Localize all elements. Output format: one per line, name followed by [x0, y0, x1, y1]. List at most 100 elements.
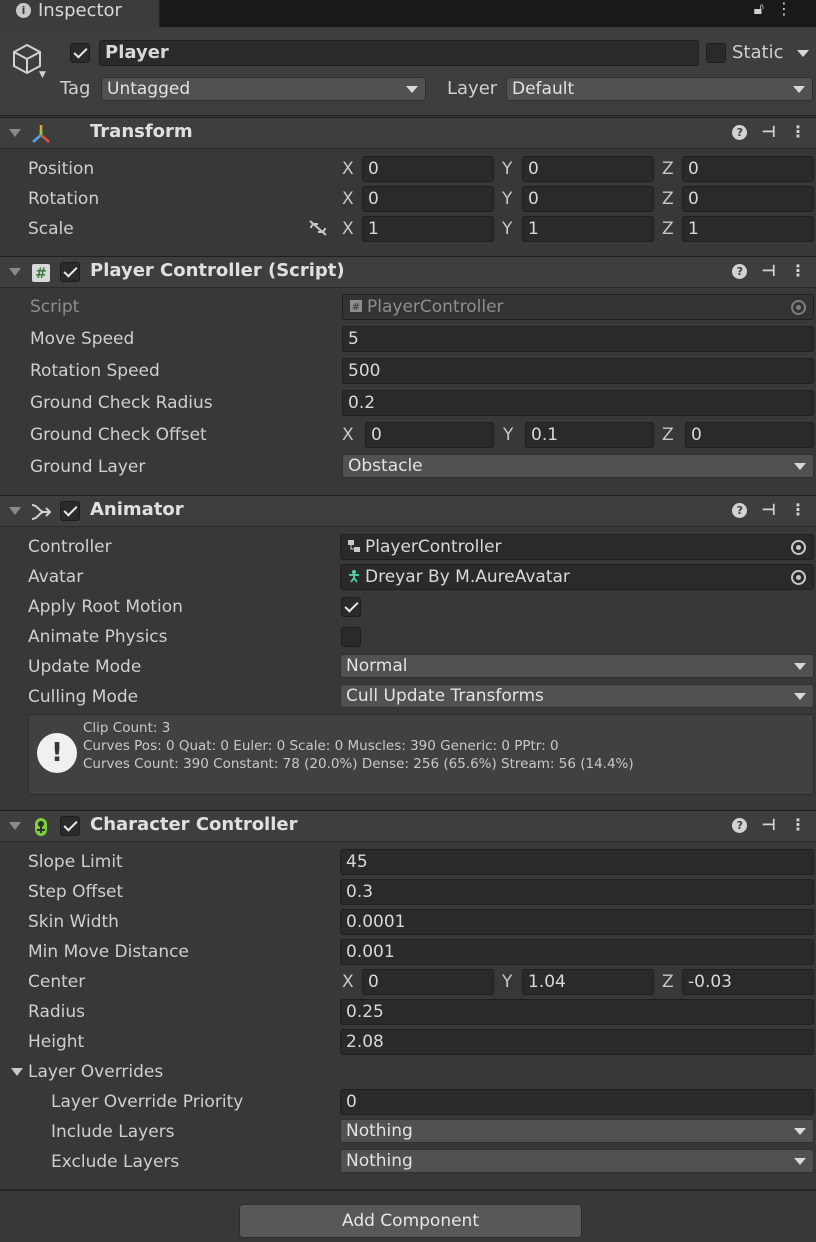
axis-y-label: Y [502, 972, 513, 992]
more-options-icon[interactable]: ⋮ [790, 261, 806, 280]
character-controller-header[interactable]: Character Controller ? ⊣ ⋮ [0, 810, 816, 842]
presets-icon[interactable]: ⊣ [761, 261, 776, 280]
foldout-arrow-icon[interactable] [9, 507, 21, 515]
exclude-layers-value: Nothing [346, 1151, 413, 1171]
ground-check-offset-z-field[interactable]: 0 [685, 422, 814, 448]
skin-width-field[interactable]: 0.0001 [340, 909, 814, 935]
controller-field[interactable]: PlayerController [340, 534, 814, 560]
foldout-arrow-icon[interactable] [9, 129, 21, 137]
rotation-y-field[interactable]: 0 [522, 186, 654, 212]
position-y-field[interactable]: 0 [522, 156, 654, 182]
rotation-z-field[interactable]: 0 [682, 186, 814, 212]
transform-header[interactable]: Transform ? ⊣ ⋮ [0, 117, 816, 149]
info-line: Curves Pos: 0 Quat: 0 Euler: 0 Scale: 0 … [83, 738, 559, 754]
apply-root-motion-checkbox[interactable] [341, 597, 361, 617]
animator-header[interactable]: Animator ? ⊣ ⋮ [0, 495, 816, 527]
presets-icon[interactable]: ⊣ [761, 500, 776, 519]
presets-icon[interactable]: ⊣ [761, 122, 776, 141]
more-options-icon[interactable]: ⋮ [790, 500, 806, 519]
player-controller-header[interactable]: # Player Controller (Script) ? ⊣ ⋮ [0, 256, 816, 288]
static-checkbox[interactable] [706, 43, 726, 63]
player-controller-title: Player Controller (Script) [90, 260, 345, 281]
gameobject-header: ▼ Player Static Tag Untagged Layer Defau… [0, 27, 816, 116]
chevron-down-icon [406, 86, 418, 93]
ground-check-offset-x-field[interactable]: 0 [365, 422, 494, 448]
include-layers-dropdown[interactable]: Nothing [340, 1119, 814, 1143]
culling-mode-dropdown[interactable]: Cull Update Transforms [340, 684, 814, 708]
enable-checkbox[interactable] [60, 501, 80, 521]
animator-icon [31, 504, 52, 520]
position-x-field[interactable]: 0 [362, 156, 494, 182]
center-y-field[interactable]: 1.04 [522, 969, 654, 995]
tab-inspector[interactable]: i Inspector [0, 0, 160, 27]
slope-limit-field[interactable]: 45 [340, 849, 814, 875]
center-z-field[interactable]: -0.03 [682, 969, 814, 995]
help-icon[interactable]: ? [732, 503, 748, 518]
update-mode-dropdown[interactable]: Normal [340, 654, 814, 678]
ground-check-radius-label: Ground Check Radius [30, 393, 213, 413]
avatar-icon [349, 570, 359, 583]
chevron-down-icon [794, 1158, 806, 1165]
scale-x-field[interactable]: 1 [362, 216, 494, 242]
foldout-arrow-icon[interactable] [9, 822, 21, 830]
axis-z-label: Z [662, 189, 674, 209]
object-picker-icon[interactable] [791, 540, 806, 555]
move-speed-field[interactable]: 5 [342, 326, 814, 352]
ground-check-radius-field[interactable]: 0.2 [342, 390, 814, 416]
position-z-field[interactable]: 0 [682, 156, 814, 182]
scale-y-field[interactable]: 1 [522, 216, 654, 242]
exclude-layers-dropdown[interactable]: Nothing [340, 1149, 814, 1173]
layer-value: Default [512, 79, 575, 99]
chevron-down-icon [794, 463, 806, 470]
active-checkbox[interactable] [70, 43, 90, 63]
avatar-value: Dreyar By M.AureAvatar [365, 567, 570, 587]
step-offset-field[interactable]: 0.3 [340, 879, 814, 905]
ground-layer-dropdown[interactable]: Obstacle [342, 454, 814, 478]
enable-checkbox[interactable] [60, 262, 80, 282]
radius-field[interactable]: 0.25 [340, 999, 814, 1025]
help-icon[interactable]: ? [732, 264, 748, 279]
icon-dropdown-arrow[interactable]: ▼ [39, 70, 46, 80]
presets-icon[interactable]: ⊣ [761, 815, 776, 834]
chevron-down-icon [794, 1128, 806, 1135]
foldout-arrow-icon[interactable] [9, 268, 21, 276]
axis-y-label: Y [502, 219, 513, 239]
layer-overrides-foldout-icon[interactable] [11, 1068, 23, 1076]
apply-root-motion-label: Apply Root Motion [28, 597, 183, 617]
animate-physics-checkbox[interactable] [341, 627, 361, 647]
layer-dropdown[interactable]: Default [506, 77, 813, 101]
help-icon[interactable]: ? [732, 125, 748, 140]
unlink-scale-icon[interactable] [308, 219, 328, 237]
tag-label: Tag [60, 78, 91, 99]
lock-icon[interactable]: 🔓︎ [754, 0, 776, 18]
rotation-x-field[interactable]: 0 [362, 186, 494, 212]
object-picker-icon[interactable] [791, 570, 806, 585]
ground-check-offset-y-field[interactable]: 0.1 [525, 422, 654, 448]
avatar-field[interactable]: Dreyar By M.AureAvatar [340, 564, 814, 590]
tag-dropdown[interactable]: Untagged [101, 77, 426, 101]
scale-label: Scale [28, 219, 74, 239]
static-dropdown-icon[interactable] [797, 50, 809, 57]
center-x-field[interactable]: 0 [362, 969, 494, 995]
more-options-icon[interactable]: ⋮ [790, 815, 806, 834]
static-label: Static [732, 42, 784, 63]
rotation-label: Rotation [28, 189, 100, 209]
rotation-speed-field[interactable]: 500 [342, 358, 814, 384]
help-icon[interactable]: ? [732, 818, 748, 833]
scale-z-field[interactable]: 1 [682, 216, 814, 242]
min-move-distance-field[interactable]: 0.001 [340, 939, 814, 965]
enable-checkbox[interactable] [60, 816, 80, 836]
chevron-down-icon [794, 663, 806, 670]
component-header-icons: ? ⊣ ⋮ [718, 122, 806, 146]
layer-override-priority-field[interactable]: 0 [340, 1089, 814, 1115]
layer-overrides-label[interactable]: Layer Overrides [28, 1062, 163, 1082]
include-layers-value: Nothing [346, 1121, 413, 1141]
more-options-icon[interactable]: ⋮ [790, 122, 806, 141]
more-options-icon[interactable]: ⋮ [776, 0, 804, 18]
name-field[interactable]: Player [99, 40, 699, 66]
add-component-button[interactable]: Add Component [239, 1204, 582, 1238]
update-mode-label: Update Mode [28, 657, 142, 677]
script-label: Script [30, 297, 80, 317]
axis-z-label: Z [662, 159, 674, 179]
height-field[interactable]: 2.08 [340, 1029, 814, 1055]
